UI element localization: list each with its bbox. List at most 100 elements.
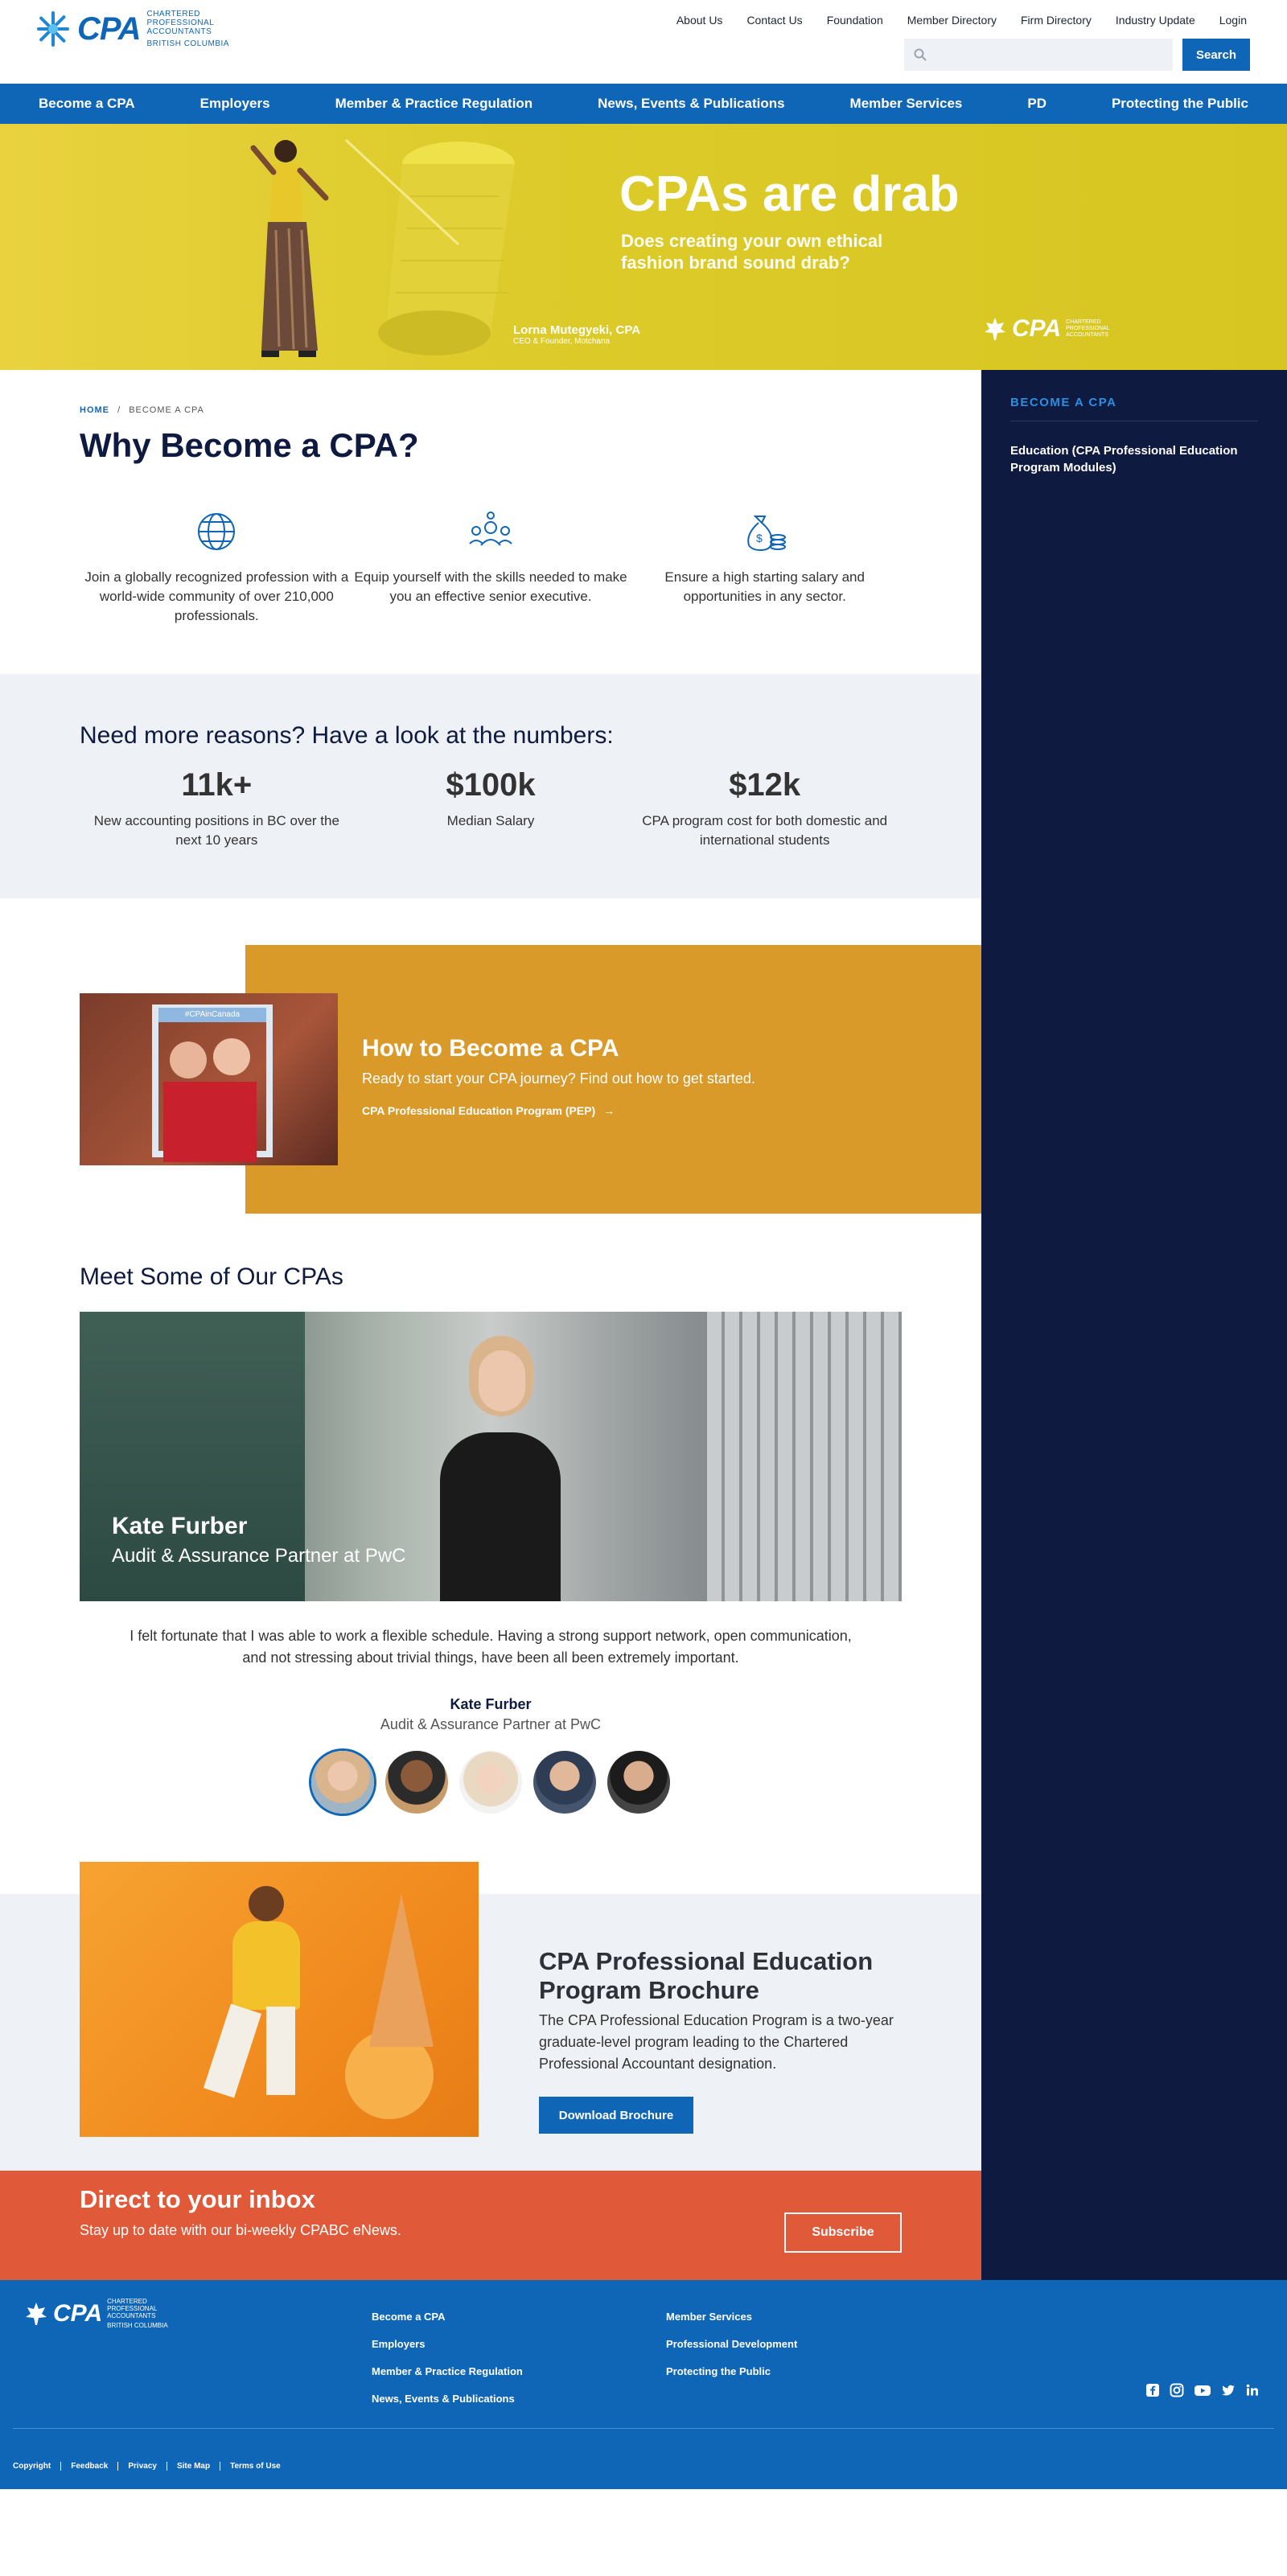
- legal-link-copyright[interactable]: Copyright: [13, 2462, 60, 2471]
- brochure-section: CPA Professional Education Program Broch…: [0, 1862, 981, 2171]
- footer-logo-line: CHARTERED PROFESSIONAL ACCOUNTANTS: [107, 2298, 158, 2319]
- svg-text:$: $: [756, 532, 763, 544]
- footer-link-member-services[interactable]: Member Services: [666, 2311, 797, 2323]
- cpa-logo[interactable]: CPA CHARTERED PROFESSIONAL ACCOUNTANTS B…: [35, 10, 229, 48]
- footer-link-employers[interactable]: Employers: [372, 2338, 523, 2350]
- hero-title: CPAs are drab: [619, 166, 960, 222]
- top-bar: CPA CHARTERED PROFESSIONAL ACCOUNTANTS B…: [0, 0, 1287, 84]
- money-bag-icon: $: [746, 516, 786, 552]
- pep-link[interactable]: CPA Professional Education Program (PEP)…: [362, 1104, 615, 1117]
- facebook-icon[interactable]: [1145, 2383, 1160, 2397]
- nav-member-practice-regulation[interactable]: Member & Practice Regulation: [335, 96, 533, 112]
- feature-item: Join a globally recognized profession wi…: [80, 510, 354, 626]
- meet-cpas-section: Meet Some of Our CPAs Kate Furber Audit …: [0, 1214, 981, 1862]
- nav-pd[interactable]: PD: [1027, 96, 1046, 112]
- download-brochure-button[interactable]: Download Brochure: [539, 2097, 693, 2134]
- utility-link-industry-update[interactable]: Industry Update: [1116, 14, 1195, 27]
- footer-col-2: Member Services Professional Development…: [666, 2311, 797, 2393]
- legal-link-terms-of-use[interactable]: Terms of Use: [220, 2462, 290, 2471]
- stat-label: New accounting positions in BC over the …: [93, 813, 339, 848]
- search-input[interactable]: [904, 39, 1173, 71]
- search-button[interactable]: Search: [1182, 39, 1250, 71]
- feature-text: Join a globally recognized profession wi…: [84, 569, 349, 623]
- legal-link-site-map[interactable]: Site Map: [166, 2462, 220, 2471]
- stat-value: $100k: [446, 767, 536, 803]
- sidebar-title[interactable]: BECOME A CPA: [1010, 396, 1258, 421]
- newsletter-title: Direct to your inbox: [80, 2185, 315, 2213]
- arrow-right-icon: →: [603, 1104, 615, 1117]
- hero-person-illustration: [250, 140, 329, 357]
- quote-author-name: Kate Furber: [450, 1696, 532, 1712]
- footer-link-news-events-publications[interactable]: News, Events & Publications: [372, 2393, 523, 2405]
- photo-face: [213, 1038, 250, 1075]
- nav-member-services[interactable]: Member Services: [850, 96, 963, 112]
- numbers-heading: Need more reasons? Have a look at the nu…: [80, 722, 614, 749]
- stat-item: 11k+ New accounting positions in BC over…: [80, 767, 354, 850]
- instagram-icon[interactable]: [1170, 2383, 1184, 2397]
- page-title: Why Become a CPA?: [80, 426, 419, 464]
- maple-leaf-icon: [985, 318, 1005, 340]
- sidebar-item-education[interactable]: Education (CPA Professional Education Pr…: [1010, 442, 1258, 476]
- nav-protecting-the-public[interactable]: Protecting the Public: [1112, 96, 1248, 112]
- utility-link-about[interactable]: About Us: [676, 14, 723, 27]
- hero-banner: CPAs are drab Does creating your own eth…: [0, 124, 1287, 370]
- team-skills-icon: [469, 512, 512, 546]
- profile-name: Kate Furber: [112, 1513, 248, 1539]
- avatar[interactable]: [311, 1751, 374, 1814]
- footer-link-member-practice-regulation[interactable]: Member & Practice Regulation: [372, 2365, 523, 2377]
- feature-item: Equip yourself with the skills needed to…: [354, 510, 628, 626]
- nav-become-a-cpa[interactable]: Become a CPA: [39, 96, 135, 112]
- avatar[interactable]: [459, 1751, 522, 1814]
- subscribe-button[interactable]: Subscribe: [784, 2212, 902, 2253]
- footer-logo-region: BRITISH COLUMBIA: [107, 2322, 168, 2329]
- legal-link-privacy[interactable]: Privacy: [117, 2462, 167, 2471]
- utility-link-firm-directory[interactable]: Firm Directory: [1021, 14, 1092, 27]
- utility-link-contact[interactable]: Contact Us: [746, 14, 802, 27]
- intro-section: HOME / BECOME A CPA Why Become a CPA? Jo…: [0, 370, 981, 674]
- stat-item: $12k CPA program cost for both domestic …: [627, 767, 902, 850]
- footer-cpa-logo[interactable]: CPA CHARTERED PROFESSIONAL ACCOUNTANTS B…: [24, 2298, 171, 2329]
- footer-logo-wordmark: CPA: [53, 2299, 103, 2327]
- nav-employers[interactable]: Employers: [200, 96, 270, 112]
- hero-logo-subtitle: CHARTERED PROFESSIONAL ACCOUNTANTS: [1066, 319, 1110, 338]
- hero-caption-role: CEO & Founder, Motchana: [513, 337, 611, 346]
- logo-line: ACCOUNTANTS: [146, 27, 212, 36]
- main-nav: Become a CPA Employers Member & Practice…: [0, 84, 1287, 124]
- footer-link-protecting-the-public[interactable]: Protecting the Public: [666, 2365, 797, 2377]
- how-to-section: #CPAinCanada How to Become a CPA Ready t…: [0, 898, 981, 1214]
- utility-link-member-directory[interactable]: Member Directory: [907, 14, 997, 27]
- feature-text: Equip yourself with the skills needed to…: [354, 569, 627, 604]
- footer-link-become-a-cpa[interactable]: Become a CPA: [372, 2311, 523, 2323]
- legal-link-feedback[interactable]: Feedback: [60, 2462, 117, 2471]
- social-links: [1145, 2383, 1260, 2397]
- stat-label: CPA program cost for both domestic and i…: [642, 813, 888, 848]
- utility-link-foundation[interactable]: Foundation: [827, 14, 883, 27]
- maple-leaf-icon: [26, 2302, 47, 2325]
- logo-region: BRITISH COLUMBIA: [146, 39, 229, 48]
- how-to-title: How to Become a CPA: [362, 1035, 619, 1062]
- nav-news-events-publications[interactable]: News, Events & Publications: [598, 96, 784, 112]
- main-content: HOME / BECOME A CPA Why Become a CPA? Jo…: [0, 370, 981, 2280]
- utility-link-login[interactable]: Login: [1219, 14, 1247, 27]
- avatar[interactable]: [385, 1751, 448, 1814]
- breadcrumb-separator: /: [117, 405, 121, 415]
- footer-link-professional-development[interactable]: Professional Development: [666, 2338, 797, 2350]
- twitter-icon[interactable]: [1221, 2383, 1236, 2397]
- logo-subtitle: CHARTERED PROFESSIONAL ACCOUNTANTS BRITI…: [146, 10, 228, 48]
- profile-selector: [80, 1751, 902, 1814]
- breadcrumb-home[interactable]: HOME: [80, 405, 109, 415]
- site-header: CPA CHARTERED PROFESSIONAL ACCOUNTANTS B…: [0, 0, 1287, 124]
- youtube-icon[interactable]: [1194, 2383, 1211, 2397]
- footer-logo-subtitle: CHARTERED PROFESSIONAL ACCOUNTANTS BRITI…: [107, 2298, 171, 2329]
- page-body: HOME / BECOME A CPA Why Become a CPA? Jo…: [0, 370, 1287, 2280]
- city-buildings-right: [707, 1312, 902, 1601]
- hero-caption: Lorna Mutegyeki, CPA CEO & Founder, Motc…: [513, 323, 640, 346]
- search-box: [904, 39, 1173, 71]
- avatar[interactable]: [533, 1751, 596, 1814]
- numbers-section: Need more reasons? Have a look at the nu…: [0, 674, 981, 898]
- photo-person-hoodie: [232, 1921, 300, 2010]
- avatar[interactable]: [607, 1751, 670, 1814]
- search-form: Search: [904, 39, 1250, 71]
- feature-text: Ensure a high starting salary and opport…: [664, 569, 865, 604]
- linkedin-icon[interactable]: [1245, 2383, 1260, 2397]
